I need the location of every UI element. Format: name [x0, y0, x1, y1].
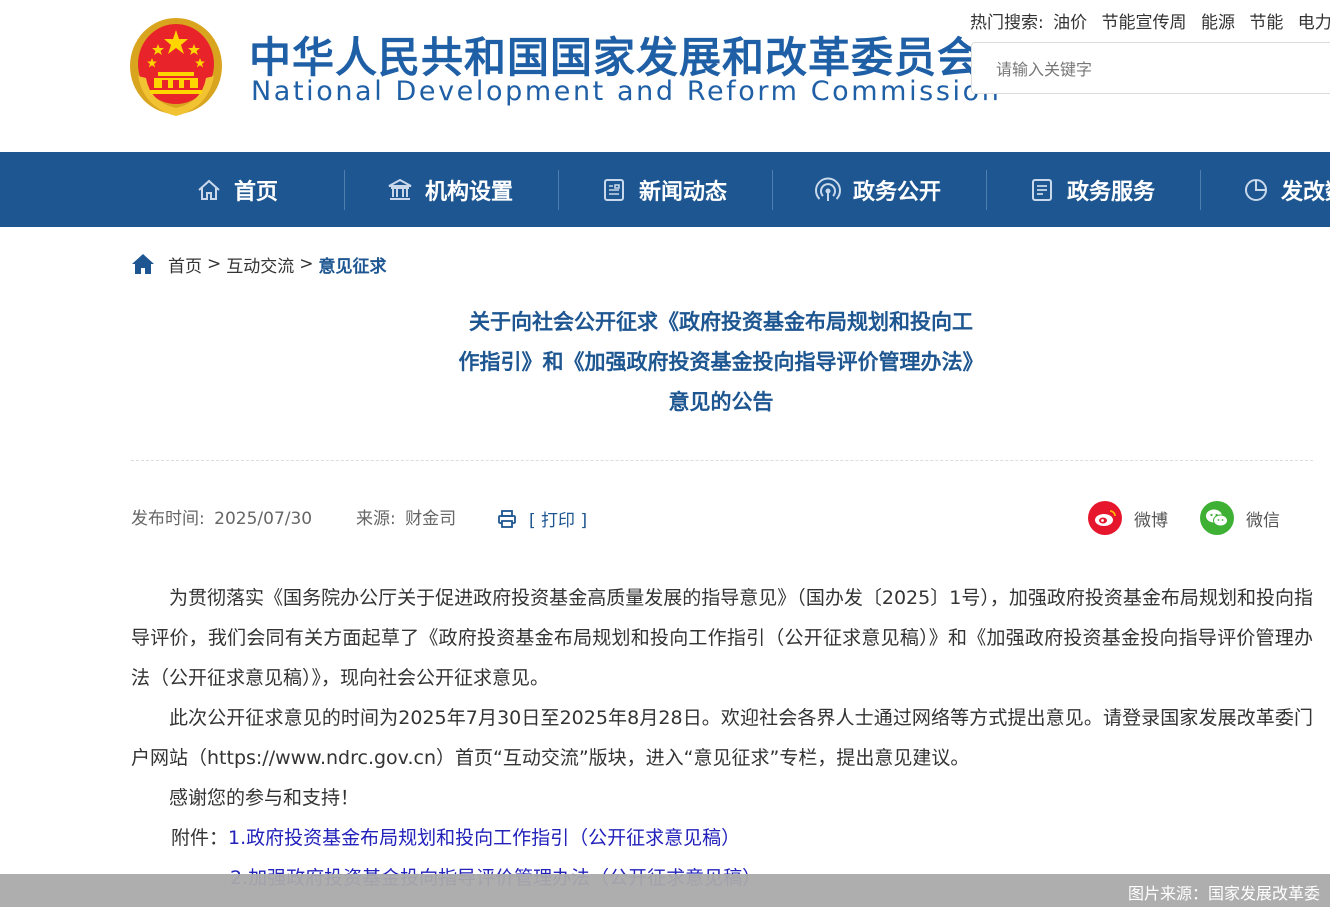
paragraph: 感谢您的参与和支持！	[169, 787, 360, 809]
nav-item-reform-data[interactable]: 发改数	[1243, 152, 1330, 227]
search-box	[971, 42, 1330, 94]
attachment-row: 附件：1.政府投资基金布局规划和投向工作指引（公开征求意见稿）	[131, 818, 1313, 858]
nav-item-news[interactable]: 新闻动态	[601, 152, 727, 227]
nav-item-gov-affairs[interactable]: 政务公开	[815, 152, 941, 227]
hot-search-item[interactable]: 电力	[1298, 13, 1330, 33]
hot-search: 热门搜索: 油价 节能宣传周 能源 节能 电力	[970, 10, 1330, 36]
site-title-en[interactable]: National Development and Reform Commissi…	[251, 76, 1001, 108]
title-line: 关于向社会公开征求《政府投资基金布局规划和投向工	[469, 310, 973, 334]
breadcrumb: 首页 > 互动交流 > 意见征求	[131, 251, 387, 277]
breadcrumb-interaction[interactable]: 互动交流	[226, 252, 294, 277]
breadcrumb-home[interactable]: 首页	[168, 252, 202, 277]
print-button[interactable]: [ 打印 ]	[497, 506, 587, 531]
broadcast-icon	[815, 177, 841, 201]
image-source-caption: 图片来源：国家发展改革委	[1127, 884, 1320, 903]
hot-search-label: 热门搜索:	[970, 13, 1044, 33]
page-title: 关于向社会公开征求《政府投资基金布局规划和投向工 作指引》和《加强政府投资基金投…	[330, 302, 1112, 422]
breadcrumb-separator: >	[207, 254, 222, 274]
news-icon	[604, 178, 624, 201]
title-line: 作指引》和《加强政府投资基金投向指导评价管理办法》	[458, 350, 984, 374]
nav-divider	[558, 170, 559, 210]
nav-item-home[interactable]: 首页	[196, 152, 278, 227]
publish-time-value: 2025/07/30	[214, 509, 313, 529]
home-icon	[198, 179, 220, 200]
chart-pie-icon	[1245, 178, 1267, 201]
title-divider	[131, 460, 1313, 461]
share-wechat-button[interactable]: 微信	[1200, 501, 1280, 535]
nav-divider	[1200, 170, 1201, 210]
wechat-icon	[1200, 501, 1234, 535]
title-line: 意见的公告	[668, 390, 774, 414]
nav-divider	[986, 170, 987, 210]
article-body: 为贯彻落实《国务院办公厅关于促进政府投资基金高质量发展的指导意见》（国办发〔20…	[131, 578, 1313, 898]
image-caption-bar: 图片来源：国家发展改革委	[0, 874, 1330, 907]
nav-item-label: 首页	[234, 179, 279, 205]
nav-item-label: 发改数	[1281, 179, 1330, 205]
attachment-link[interactable]: 1.政府投资基金布局规划和投向工作指引（公开征求意见稿）	[228, 827, 740, 849]
print-label: [ 打印 ]	[529, 511, 588, 531]
share-weibo-label: 微博	[1134, 510, 1168, 531]
printer-icon	[498, 509, 516, 528]
breadcrumb-separator: >	[299, 254, 314, 274]
nav-item-label: 政务公开	[853, 179, 942, 205]
nav-divider	[344, 170, 345, 210]
site-header: 中华人民共和国国家发展和改革委员会 National Development a…	[0, 0, 1330, 152]
nav-item-label: 政务服务	[1067, 179, 1156, 205]
hot-search-item[interactable]: 节能宣传周	[1102, 13, 1187, 33]
share-wechat-label: 微信	[1246, 510, 1280, 531]
share-weibo-button[interactable]: 微博	[1088, 501, 1168, 535]
publish-time: 发布时间: 2025/07/30	[131, 506, 312, 532]
hot-search-item[interactable]: 节能	[1249, 13, 1283, 33]
nav-item-institution[interactable]: 机构设置	[387, 152, 513, 227]
main-nav: 首页 机构设置 新闻动态 政务公开 政务服务 发改数	[0, 152, 1330, 227]
weibo-icon	[1088, 501, 1122, 535]
paragraph: 此次公开征求意见的时间为2025年7月30日至2025年8月28日。欢迎社会各界…	[131, 707, 1313, 769]
nav-item-label: 机构设置	[425, 179, 514, 205]
nav-item-label: 新闻动态	[639, 179, 728, 205]
national-emblem-icon	[130, 18, 222, 116]
article-source: 来源: 财金司	[356, 506, 456, 532]
nav-item-gov-service[interactable]: 政务服务	[1029, 152, 1155, 227]
breadcrumb-current[interactable]: 意见征求	[319, 252, 387, 277]
search-input[interactable]	[996, 57, 1330, 81]
paragraph: 为贯彻落实《国务院办公厅关于促进政府投资基金高质量发展的指导意见》（国办发〔20…	[131, 587, 1313, 689]
home-icon	[132, 254, 154, 274]
source-value: 财金司	[405, 509, 457, 529]
institution-icon	[388, 178, 412, 200]
attachment-label: 附件：	[171, 827, 229, 849]
nav-divider	[772, 170, 773, 210]
hot-search-item[interactable]: 能源	[1201, 13, 1235, 33]
publish-time-label: 发布时间:	[131, 509, 205, 529]
source-label: 来源:	[356, 509, 396, 529]
hot-search-item[interactable]: 油价	[1053, 13, 1087, 33]
service-icon	[1032, 178, 1052, 201]
